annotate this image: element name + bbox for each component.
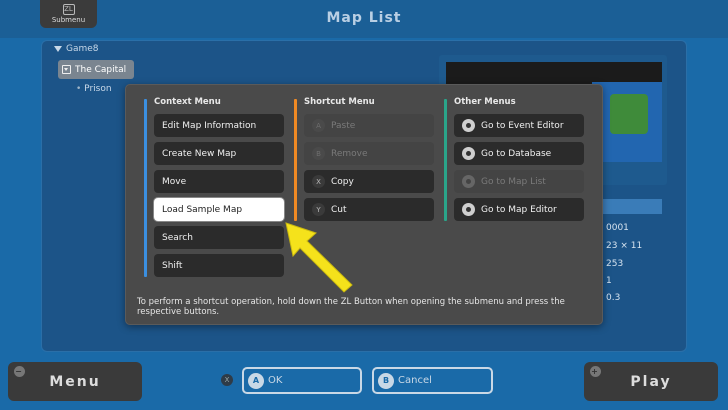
go-to-database-button[interactable]: Go to Database xyxy=(454,142,584,165)
other-menus-heading: Other Menus xyxy=(454,97,516,107)
play-button[interactable]: + Play xyxy=(584,362,718,401)
cancel-button[interactable]: B Cancel xyxy=(372,367,493,394)
ok-label: OK xyxy=(268,375,283,386)
shift-button[interactable]: Shift xyxy=(154,254,284,277)
tree-item-prison[interactable]: Prison xyxy=(76,84,111,94)
b-button-icon: B xyxy=(378,372,394,389)
menu-button-label: Menu xyxy=(49,373,101,390)
pointer-arrow-icon xyxy=(285,222,353,293)
map-icon xyxy=(62,65,71,74)
expand-triangle-icon xyxy=(54,46,62,52)
load-sample-map-button[interactable]: Load Sample Map xyxy=(154,198,284,221)
page-title: Map List xyxy=(326,10,402,26)
copy-button[interactable]: X Copy xyxy=(304,170,434,193)
play-button-label: Play xyxy=(630,373,672,390)
ok-button[interactable]: A OK xyxy=(242,367,362,394)
map-tiles-value: 253 xyxy=(606,259,624,269)
x-key-icon: X xyxy=(221,374,233,386)
button-label: Create New Map xyxy=(162,148,237,159)
remove-button[interactable]: B Remove xyxy=(304,142,434,165)
button-label: Remove xyxy=(331,148,368,159)
button-label: Go to Event Editor xyxy=(481,120,564,131)
button-label: Copy xyxy=(331,176,354,187)
plus-button-icon: + xyxy=(590,366,601,377)
create-new-map-button[interactable]: Create New Map xyxy=(154,142,284,165)
map-id-value: 0001 xyxy=(606,223,629,233)
event-editor-icon xyxy=(462,119,475,132)
map-layer-value: 1 xyxy=(606,276,612,286)
button-label: Paste xyxy=(331,120,356,131)
shortcut-menu-heading: Shortcut Menu xyxy=(304,97,375,107)
b-key-icon: B xyxy=(312,147,325,160)
button-label: Go to Database xyxy=(481,148,552,159)
button-label: Edit Map Information xyxy=(162,120,257,131)
button-label: Go to Map Editor xyxy=(481,204,557,215)
x-key-icon: X xyxy=(312,175,325,188)
map-editor-icon xyxy=(462,203,475,216)
go-to-map-list-button[interactable]: Go to Map List xyxy=(454,170,584,193)
map-scale-value: 0.3 xyxy=(606,293,621,303)
button-label: Go to Map List xyxy=(481,176,546,187)
cancel-label: Cancel xyxy=(398,375,432,386)
button-label: Cut xyxy=(331,204,347,215)
menu-button[interactable]: − Menu xyxy=(8,362,142,401)
map-info-header xyxy=(600,199,662,214)
tree-item-the-capital[interactable]: The Capital xyxy=(58,60,134,79)
database-icon xyxy=(462,147,475,160)
search-button[interactable]: Search xyxy=(154,226,284,249)
button-label: Move xyxy=(162,176,187,187)
paste-button[interactable]: A Paste xyxy=(304,114,434,137)
shortcut-hint-text: To perform a shortcut operation, hold do… xyxy=(137,297,565,317)
tree-root-label: Game8 xyxy=(66,44,99,54)
minus-button-icon: − xyxy=(14,366,25,377)
button-label: Shift xyxy=(162,260,183,271)
go-to-map-editor-button[interactable]: Go to Map Editor xyxy=(454,198,584,221)
context-accent-bar xyxy=(144,99,147,277)
preview-land xyxy=(610,94,648,134)
go-to-event-editor-button[interactable]: Go to Event Editor xyxy=(454,114,584,137)
map-list-icon xyxy=(462,175,475,188)
tree-root-game8[interactable]: Game8 xyxy=(54,44,99,54)
tree-item-label: The Capital xyxy=(75,64,127,75)
a-button-icon: A xyxy=(248,372,264,389)
shortcut-accent-bar xyxy=(294,99,297,221)
a-key-icon: A xyxy=(312,119,325,132)
button-label: Load Sample Map xyxy=(162,204,243,215)
other-accent-bar xyxy=(444,99,447,221)
move-button[interactable]: Move xyxy=(154,170,284,193)
context-menu-heading: Context Menu xyxy=(154,97,221,107)
button-label: Search xyxy=(162,232,193,243)
edit-map-information-button[interactable]: Edit Map Information xyxy=(154,114,284,137)
map-size-value: 23 × 11 xyxy=(606,241,643,251)
